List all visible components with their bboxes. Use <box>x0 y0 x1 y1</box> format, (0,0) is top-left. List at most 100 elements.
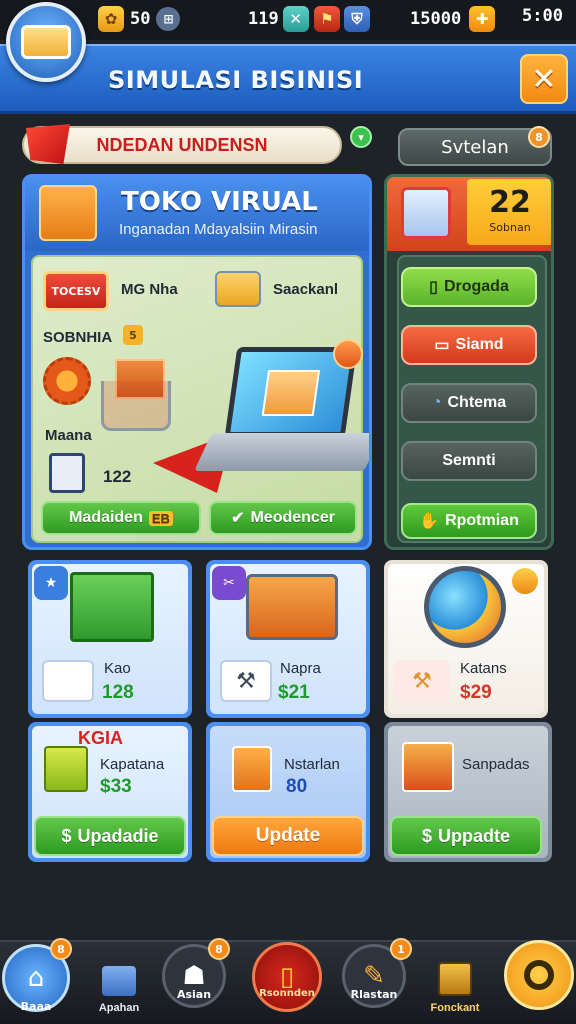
nav-badge: 8 <box>208 938 230 960</box>
shop-building-icon <box>402 742 454 792</box>
nav-item-rlastan[interactable]: ✎ Rlastan 1 <box>342 938 412 1008</box>
coins-stat[interactable]: ✿ 50 ⊞ <box>98 6 181 32</box>
item-count: 122 <box>103 467 132 486</box>
timer-value: 22 <box>489 185 531 220</box>
card-icon: ▭ <box>434 337 450 354</box>
truck-icon <box>21 25 71 59</box>
card-price: $29 <box>460 682 492 703</box>
store-subtitle: Inganadan Mdayalsiin Mirasin <box>119 221 318 238</box>
modernize-button[interactable]: ✔ Meodencer <box>209 501 357 535</box>
resources-stat: 15000 ✚ <box>410 6 496 32</box>
update-button-middle[interactable]: Update <box>212 816 364 856</box>
level-value: 119 <box>248 9 279 29</box>
upgrade-button-label: Uppadte <box>438 825 510 846</box>
nav-item-asian[interactable]: ☗ Asian 8 <box>162 938 230 1008</box>
side-button-drogada[interactable]: ▯ Drogada <box>401 267 537 307</box>
nav-label: Rlastan <box>350 988 398 1001</box>
tools-icon: ⚒ <box>394 660 450 702</box>
shop-sign[interactable]: TOCESV <box>43 271 109 311</box>
calendar-icon <box>438 962 472 996</box>
item-label-d: Maana <box>45 427 92 444</box>
nav-item-apahan[interactable]: Apahan <box>84 944 154 1020</box>
side-button-chtema[interactable]: ◔ Chtema <box>401 383 537 423</box>
sort-label: Svtelan <box>441 136 509 158</box>
clipboard-icon <box>102 966 136 996</box>
nav-badge: 1 <box>390 938 412 960</box>
receipt-icon[interactable] <box>49 453 85 493</box>
nav-item-rsonnden[interactable]: ▯ Rsonnden <box>252 942 322 1012</box>
card-badge-icon: ★ <box>34 566 68 600</box>
resources-value: 15000 <box>410 9 462 29</box>
side-button-label: Drogada <box>443 278 509 295</box>
add-resources-icon[interactable]: ✚ <box>469 6 496 32</box>
gift-icon[interactable] <box>401 187 451 239</box>
cash-icon: $ <box>61 825 72 846</box>
check-icon: ✔ <box>231 510 245 527</box>
info-icon[interactable]: ▾ <box>350 126 372 148</box>
phone-icon: ▯ <box>429 279 438 296</box>
card-name: Nstarlan <box>284 756 340 773</box>
manage-button-label: Madaiden <box>69 509 143 526</box>
upgrade-button-label: Upadadie <box>77 825 159 846</box>
laptop-keyboard <box>194 433 369 471</box>
side-button-rpotmian[interactable]: ✋ Rpotmian <box>401 503 537 539</box>
nav-item-fonckant[interactable]: Fonckant <box>420 944 490 1020</box>
item-card[interactable]: ✂ ⚒ Napra $21 <box>206 560 370 718</box>
manage-button[interactable]: Madaiden EB <box>41 501 201 535</box>
online-store-icon <box>261 370 321 416</box>
card-price: 80 <box>286 776 308 797</box>
nav-badge: 8 <box>50 938 72 960</box>
item-card[interactable]: ★ Kao 128 <box>28 560 192 718</box>
cash-stack-icon <box>70 572 154 642</box>
time-stat: 5:00 <box>522 6 563 26</box>
player-avatar[interactable] <box>6 2 86 82</box>
card-badge-icon: ✂ <box>212 566 246 600</box>
add-coins-icon[interactable]: ⊞ <box>156 7 181 31</box>
hand-icon: ✋ <box>419 513 440 530</box>
van-icon <box>246 574 338 640</box>
item-card[interactable]: ⚒ Katans $29 <box>384 560 548 718</box>
manage-button-badge: EB <box>148 510 173 526</box>
card-price: 128 <box>102 682 134 703</box>
register-icon <box>42 660 94 702</box>
side-button-label: Semnti <box>442 452 496 469</box>
upgrade-button-right[interactable]: $ Uppadte <box>390 816 542 856</box>
level-stat: 119 ✕ <box>248 6 309 32</box>
shop-sign-text: TOCESV <box>51 284 101 298</box>
shopping-cart-icon[interactable] <box>101 381 171 431</box>
event-banner-text: NDEDAN UNDENSN <box>96 134 268 155</box>
close-button[interactable]: ✕ <box>520 54 568 104</box>
side-button-semnti[interactable]: Semnti <box>401 441 537 481</box>
modernize-button-label: Meodencer <box>250 509 335 526</box>
coin-icon: ✿ <box>98 6 124 32</box>
close-icon: ✕ <box>531 61 557 97</box>
upgrade-button-left[interactable]: $ Upadadie <box>34 816 186 856</box>
coin-badge-icon <box>510 566 540 596</box>
side-button-siamd[interactable]: ▭ Siamd <box>401 325 537 365</box>
nav-label: Fonckant <box>430 1002 480 1014</box>
sort-badge: 8 <box>528 126 550 148</box>
shield-stat: ⚑ ⛨ <box>314 6 370 32</box>
flag-icon <box>26 124 70 164</box>
flag-icon: ⚑ <box>314 6 340 32</box>
card-name: Napra <box>280 660 321 677</box>
card-name: Katans <box>460 660 507 677</box>
crate-icon <box>44 746 88 792</box>
settings-icon <box>524 960 554 990</box>
settings-gear-icon[interactable] <box>43 357 91 405</box>
event-banner[interactable]: NDEDAN UNDENSN <box>22 126 342 164</box>
nav-label: Baaa <box>20 1000 52 1013</box>
money-bag-icon: $ <box>421 825 432 846</box>
item-label-a: MG Nha <box>121 281 178 298</box>
notification-icon[interactable] <box>333 339 363 369</box>
card-price: $21 <box>278 682 310 703</box>
bonus-icon: 5 <box>123 325 143 345</box>
shield-icon: ⛨ <box>344 6 370 32</box>
tools-icon: ✕ <box>282 6 309 32</box>
settings-button[interactable] <box>504 940 574 1010</box>
card-name: Sanpadas <box>462 756 530 773</box>
store-title: TOKO VIRUAL <box>121 187 318 217</box>
nav-item-home[interactable]: ⌂ Baaa 8 <box>2 938 72 1013</box>
nav-label: Asian <box>176 988 212 1001</box>
delivery-truck-icon[interactable] <box>215 271 261 307</box>
